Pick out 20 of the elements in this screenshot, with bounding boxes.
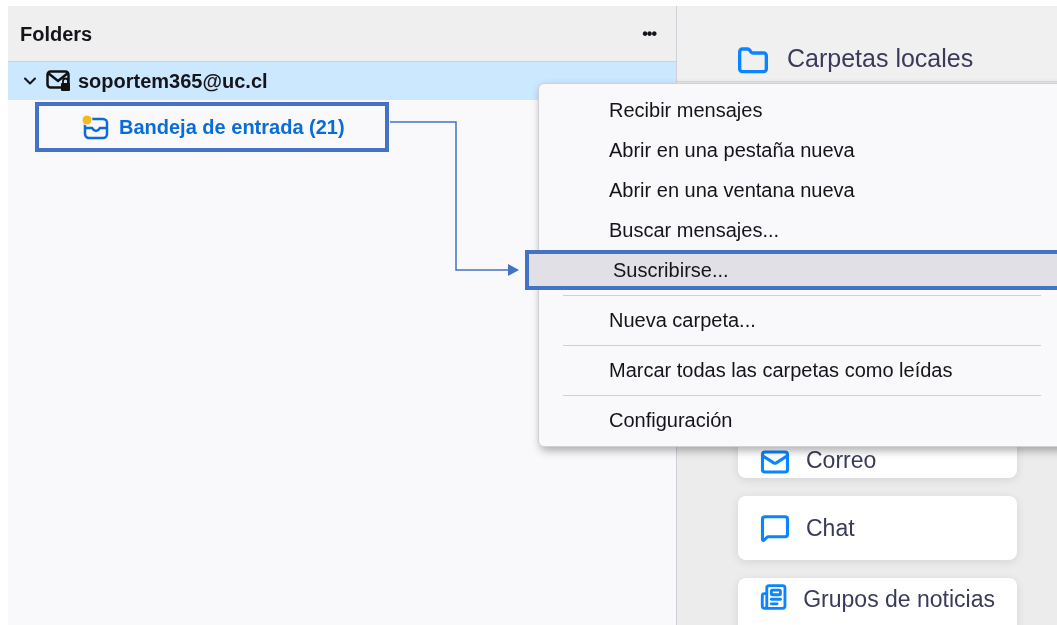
menu-item[interactable]: Abrir en una pestaña nueva: [539, 130, 1057, 170]
menu-item[interactable]: Suscribirse...: [525, 250, 1057, 290]
menu-item[interactable]: Configuración: [539, 400, 1057, 440]
newspaper-icon: [760, 582, 788, 612]
mail-icon: [760, 447, 790, 477]
inbox-folder-row[interactable]: Bandeja de entrada (21): [35, 102, 389, 152]
menu-item[interactable]: Buscar mensajes...: [539, 210, 1057, 250]
mail-lock-icon: [46, 70, 72, 92]
account-name: soportem365@uc.cl: [78, 69, 268, 94]
hub-card[interactable]: Chat: [738, 496, 1017, 560]
account-row[interactable]: soportem365@uc.cl: [8, 62, 676, 100]
hub-card[interactable]: Grupos de noticias: [738, 578, 1017, 625]
chat-bubble-icon: [760, 513, 790, 543]
folder-name: Bandeja de entrada (21): [119, 115, 345, 140]
menu-item[interactable]: Nueva carpeta...: [539, 300, 1057, 340]
menu-item[interactable]: Marcar todas las carpetas como leídas: [539, 350, 1057, 390]
more-button[interactable]: •••: [634, 21, 664, 46]
pane-title: Folders: [20, 21, 93, 47]
menu-item[interactable]: Abrir en una ventana nueva: [539, 170, 1057, 210]
hub-title: Carpetas locales: [787, 42, 974, 74]
